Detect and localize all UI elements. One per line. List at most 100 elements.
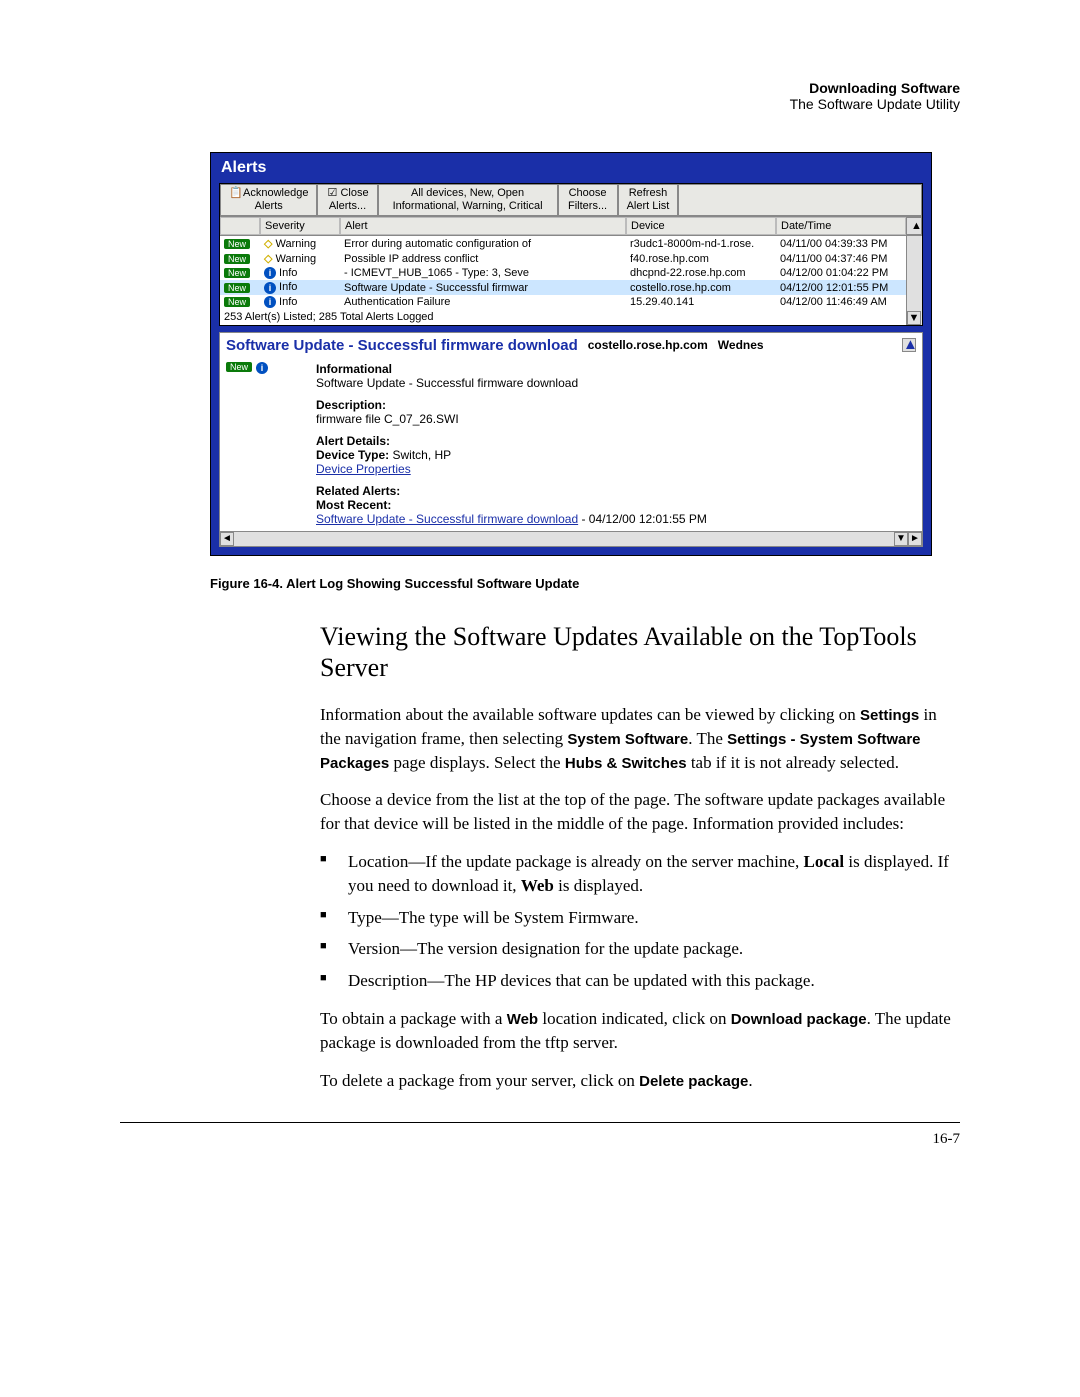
detail-host: costello.rose.hp.com bbox=[588, 338, 708, 352]
filter-line1: All devices, New, Open bbox=[411, 187, 524, 200]
details-label: Alert Details: bbox=[316, 434, 916, 448]
table-row[interactable]: New◇ WarningError during automatic confi… bbox=[220, 236, 906, 251]
col-new[interactable] bbox=[220, 217, 260, 235]
cell-device: dhcpnd-22.rose.hp.com bbox=[626, 266, 776, 280]
detail-level: Informational bbox=[316, 362, 916, 376]
toolbar-label: Alerts bbox=[255, 200, 283, 213]
detail-body: New i Informational Software Update - Su… bbox=[220, 358, 922, 530]
bullet-1: Location—If the update package is alread… bbox=[320, 850, 960, 898]
col-severity[interactable]: Severity bbox=[260, 217, 340, 235]
refresh-button[interactable]: Refresh Alert List bbox=[618, 184, 679, 216]
cell-severity: ◇ Warning bbox=[260, 251, 340, 266]
horizontal-scrollbar[interactable]: ◄ ▼ ► bbox=[220, 531, 922, 546]
cell-device: f40.rose.hp.com bbox=[626, 252, 776, 266]
table-row[interactable]: Newi Info- ICMEVT_HUB_1065 - Type: 3, Se… bbox=[220, 266, 906, 280]
cell-date: 04/12/00 11:46:49 AM bbox=[776, 295, 906, 309]
header-subtitle: The Software Update Utility bbox=[120, 96, 960, 112]
table-row[interactable]: New i InfoAuthentication Failure15.29.40.… bbox=[220, 295, 906, 309]
cell-date: 04/11/00 04:37:46 PM bbox=[776, 252, 906, 266]
most-recent-label: Most Recent: bbox=[316, 498, 391, 512]
toolbar-label: Acknowledge bbox=[243, 187, 308, 199]
col-device[interactable]: Device bbox=[626, 217, 776, 235]
info-icon: i bbox=[256, 362, 268, 374]
new-badge: New bbox=[224, 268, 250, 278]
choose-filters-button[interactable]: Choose Filters... bbox=[558, 184, 618, 216]
scroll-left-button[interactable]: ◄ bbox=[220, 532, 234, 546]
new-badge: New bbox=[224, 254, 250, 264]
toolbar-label: Choose bbox=[569, 187, 607, 200]
cell-alert: Authentication Failure bbox=[340, 295, 626, 309]
page: Downloading Software The Software Update… bbox=[0, 0, 1080, 1188]
cell-severity: i Info bbox=[260, 280, 340, 294]
table-row[interactable]: Newi InfoSoftware Update - Successful fi… bbox=[220, 280, 906, 294]
cell-device: 15.29.40.141 bbox=[626, 295, 776, 309]
cell-severity: i Info bbox=[260, 295, 340, 309]
device-type-value: Switch, HP bbox=[389, 448, 451, 462]
bullet-2: Type—The type will be System Firmware. bbox=[320, 906, 960, 930]
cell-alert: Error during automatic configuration of bbox=[340, 237, 626, 251]
cell-date: 04/11/00 04:39:33 PM bbox=[776, 237, 906, 251]
table-row[interactable]: New ◇ WarningPossible IP address conflict… bbox=[220, 251, 906, 266]
related-label: Related Alerts: bbox=[316, 484, 916, 498]
toolbar-label: Close bbox=[340, 187, 368, 199]
device-type-label: Device Type: bbox=[316, 448, 389, 462]
toolbar-label: Alert List bbox=[627, 200, 670, 213]
status-line: 253 Alert(s) Listed; 285 Total Alerts Lo… bbox=[220, 309, 906, 325]
detail-content: Informational Software Update - Successf… bbox=[316, 362, 916, 526]
screenshot-figure: Alerts 📋Acknowledge Alerts ☑Close Alerts… bbox=[210, 152, 960, 556]
info-icon: i bbox=[264, 267, 276, 279]
acknowledge-button[interactable]: 📋Acknowledge Alerts bbox=[220, 184, 317, 216]
cell-device: r3udc1-8000m-nd-1.rose. bbox=[626, 237, 776, 251]
toolbar-label: Alerts... bbox=[329, 200, 366, 213]
detail-title: Software Update - Successful firmware do… bbox=[226, 337, 578, 354]
toolbar-spacer bbox=[678, 184, 922, 216]
new-badge: New bbox=[226, 362, 252, 372]
col-date[interactable]: Date/Time bbox=[776, 217, 906, 235]
col-alert[interactable]: Alert bbox=[340, 217, 626, 235]
detail-day: Wednes bbox=[718, 338, 764, 352]
device-type-line: Device Type: Switch, HP bbox=[316, 448, 916, 462]
detail-scroll-up[interactable]: ▲ bbox=[902, 338, 916, 352]
toolbar-label: Filters... bbox=[568, 200, 607, 213]
scroll-right-button[interactable]: ► bbox=[908, 532, 922, 546]
bullet-4: Description—The HP devices that can be u… bbox=[320, 969, 960, 993]
cell-device: costello.rose.hp.com bbox=[626, 281, 776, 295]
device-properties-link[interactable]: Device Properties bbox=[316, 462, 411, 476]
paragraph-4: To delete a package from your server, cl… bbox=[320, 1069, 960, 1093]
bullet-3: Version—The version designation for the … bbox=[320, 937, 960, 961]
column-headers: Severity Alert Device Date/Time ▲ bbox=[220, 217, 922, 236]
filter-summary: All devices, New, Open Informational, Wa… bbox=[378, 184, 558, 216]
bullet-list: Location—If the update package is alread… bbox=[320, 850, 960, 993]
window-titlebar: Alerts bbox=[211, 153, 931, 183]
cell-alert: - ICMEVT_HUB_1065 - Type: 3, Seve bbox=[340, 266, 626, 280]
info-icon: i bbox=[264, 282, 276, 294]
desc-label: Description: bbox=[316, 398, 916, 412]
detail-header: Software Update - Successful firmware do… bbox=[220, 333, 922, 358]
desc-text: firmware file C_07_26.SWI bbox=[316, 412, 916, 426]
warning-icon: ◇ bbox=[264, 238, 272, 250]
scroll-up-button[interactable]: ▲ bbox=[906, 217, 922, 235]
most-recent-line: Software Update - Successful firmware do… bbox=[316, 512, 916, 526]
toolbar-label: Refresh bbox=[629, 187, 668, 200]
recent-alert-link[interactable]: Software Update - Successful firmware do… bbox=[316, 512, 578, 526]
alerts-toolbar: 📋Acknowledge Alerts ☑Close Alerts... All… bbox=[220, 184, 922, 217]
recent-suffix: - 04/12/00 12:01:55 PM bbox=[578, 512, 707, 526]
h-scroll-corner[interactable]: ▼ bbox=[894, 532, 908, 546]
warning-icon: ◇ bbox=[264, 253, 272, 265]
filter-line2: Informational, Warning, Critical bbox=[393, 200, 543, 213]
cell-date: 04/12/00 01:04:22 PM bbox=[776, 266, 906, 280]
page-header: Downloading Software The Software Update… bbox=[120, 80, 960, 112]
cell-severity: ◇ Warning bbox=[260, 236, 340, 251]
cell-alert: Possible IP address conflict bbox=[340, 252, 626, 266]
acknowledge-icon: 📋 bbox=[229, 187, 241, 199]
vertical-scrollbar[interactable]: ▼ bbox=[906, 236, 922, 324]
header-title: Downloading Software bbox=[120, 80, 960, 96]
scroll-down-button[interactable]: ▼ bbox=[907, 311, 921, 325]
figure-caption: Figure 16-4. Alert Log Showing Successfu… bbox=[210, 576, 960, 591]
close-alerts-button[interactable]: ☑Close Alerts... bbox=[317, 184, 377, 216]
section-heading: Viewing the Software Updates Available o… bbox=[320, 621, 960, 683]
alert-rows: New ◇ WarningError during automatic confi… bbox=[220, 236, 906, 308]
new-badge: New bbox=[224, 297, 250, 307]
info-icon: i bbox=[264, 296, 276, 308]
alerts-panel: 📋Acknowledge Alerts ☑Close Alerts... All… bbox=[219, 183, 923, 326]
